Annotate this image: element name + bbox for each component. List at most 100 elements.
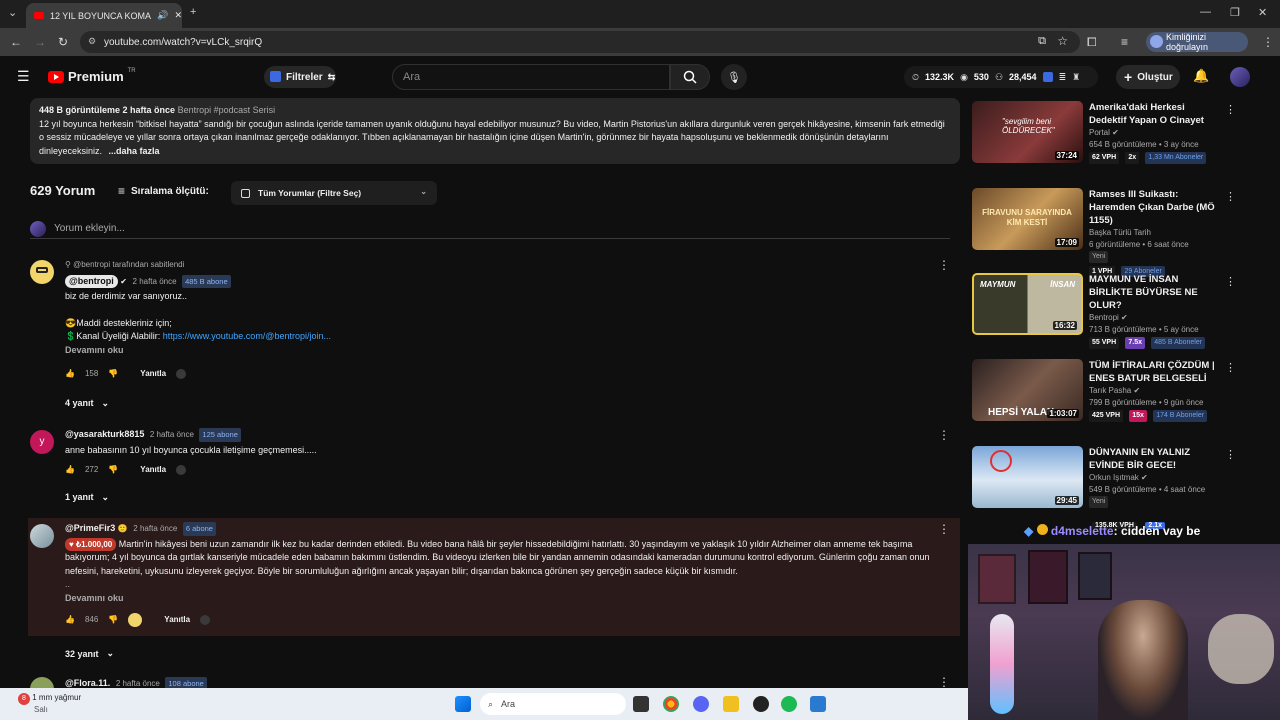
comment-author[interactable]: @PrimeFir3 xyxy=(65,523,115,533)
video-menu-icon[interactable]: ⋮ xyxy=(1225,361,1236,374)
view-replies-button[interactable]: 4 yanıt xyxy=(65,397,94,411)
comment-author[interactable]: @bentropi xyxy=(65,274,118,288)
task-view-icon[interactable] xyxy=(633,696,649,712)
commenter-avatar[interactable]: y xyxy=(30,430,54,454)
chevron-down-icon[interactable]: ⌄ xyxy=(102,397,110,411)
view-replies-button[interactable]: 1 yanıt xyxy=(65,491,94,505)
video-thumbnail[interactable]: FİRAVUNU SARAYINDA KİM KESTİ 17:09 xyxy=(972,188,1083,250)
account-avatar[interactable] xyxy=(1230,67,1250,87)
comment-menu-icon[interactable]: ⋮ xyxy=(938,428,950,442)
browser-menu-icon[interactable]: ⋮ xyxy=(1262,35,1274,49)
weather-widget[interactable]: 8 1 mm yağmur Salı xyxy=(18,693,81,715)
comment-menu-icon[interactable]: ⋮ xyxy=(938,522,950,536)
comment-menu-icon[interactable]: ⋮ xyxy=(938,675,950,689)
channel-name[interactable]: Bentropi xyxy=(1089,313,1119,322)
new-tab-icon[interactable]: + xyxy=(190,6,196,18)
channel-name[interactable]: Tarık Pasha xyxy=(1089,386,1131,395)
speaker-icon[interactable]: 🔊 xyxy=(157,10,168,21)
verify-identity-button[interactable]: Kimliğinizi doğrulayın xyxy=(1146,32,1248,52)
reply-button[interactable]: Yanıtla xyxy=(164,613,190,627)
read-more-button[interactable]: Devamını oku xyxy=(65,344,960,358)
taskbar-search[interactable]: ⌕ Ara xyxy=(480,693,626,715)
like-icon[interactable]: 👍 xyxy=(65,463,75,477)
filters-button[interactable]: Filtreler ⇆ xyxy=(264,66,336,88)
maximize-icon[interactable]: ❐ xyxy=(1230,6,1240,19)
obs-icon[interactable] xyxy=(753,696,769,712)
extensions-icon[interactable]: ⧠ xyxy=(1087,35,1097,50)
comment-time[interactable]: 2 hafta önce xyxy=(133,277,177,286)
video-title[interactable]: Amerika'daki Herkesi Dedektif Yapan O Ci… xyxy=(1089,101,1224,127)
video-thumbnail[interactable]: MAYMUN İNSAN 16:32 xyxy=(972,273,1083,335)
video-menu-icon[interactable]: ⋮ xyxy=(1225,448,1236,461)
notifications-bell-icon[interactable]: 🔔 xyxy=(1193,68,1209,84)
spotify-icon[interactable] xyxy=(781,696,797,712)
video-thumbnail[interactable]: HEPSİ YALAN 1:03:07 xyxy=(972,359,1083,421)
chevron-down-icon[interactable]: ⌄ xyxy=(107,648,115,659)
dislike-icon[interactable]: 👎 xyxy=(108,613,118,627)
chrome-icon[interactable] xyxy=(663,696,679,712)
channel-name[interactable]: Orkun Işıtmak xyxy=(1089,473,1139,482)
video-thumbnail[interactable]: 29:45 xyxy=(972,446,1083,508)
app-icon[interactable] xyxy=(810,696,826,712)
video-title[interactable]: MAYMUN VE İNSAN BİRLİKTE BÜYÜRSE NE OLUR… xyxy=(1089,273,1224,312)
url-field[interactable]: ⚙ youtube.com/watch?v=vLCk_srqirQ ⧉ ☆ xyxy=(80,31,1080,53)
reply-button[interactable]: Yanıtla xyxy=(140,463,166,477)
description-more-link[interactable]: ...daha fazla xyxy=(109,146,160,156)
create-button[interactable]: + Oluştur xyxy=(1116,65,1180,89)
recommended-video[interactable]: FİRAVUNU SARAYINDA KİM KESTİ 17:09 Ramse… xyxy=(972,188,1242,277)
add-comment-input[interactable]: Yorum ekleyin... xyxy=(30,219,950,239)
voice-search-button[interactable]: 🎙 xyxy=(721,64,747,90)
install-app-icon[interactable]: ⧉ xyxy=(1038,35,1046,48)
sort-by-button[interactable]: ≡ Sıralama ölçütü: xyxy=(118,184,209,198)
like-icon[interactable]: 👍 xyxy=(65,367,75,381)
comment-menu-icon[interactable]: ⋮ xyxy=(938,258,950,272)
comment-time[interactable]: 2 hafta önce xyxy=(116,679,160,688)
windows-start-icon[interactable] xyxy=(455,696,471,712)
reading-list-icon[interactable]: ≡ xyxy=(1121,35,1128,49)
comment-time[interactable]: 2 hafta önce xyxy=(150,430,194,439)
extension-dot-icon[interactable] xyxy=(176,464,187,475)
search-button[interactable] xyxy=(670,64,710,90)
read-more-button[interactable]: Devamını oku xyxy=(65,592,954,606)
extension-dot-icon[interactable] xyxy=(176,368,187,379)
chevron-down-icon[interactable]: ⌄ xyxy=(102,491,110,505)
minimize-icon[interactable]: — xyxy=(1200,6,1211,18)
video-thumbnail[interactable]: "sevgilim beni ÖLDÜRECEK" 37:24 xyxy=(972,101,1083,163)
comment-filter-select[interactable]: Tüm Yorumlar (Filtre Seç) ⌄ xyxy=(231,181,437,205)
video-title[interactable]: TÜM İFTİRALARI ÇÖZDÜM | ENES BATUR BELGE… xyxy=(1089,359,1224,385)
channel-name[interactable]: Portal xyxy=(1089,128,1110,137)
search-input[interactable]: Ara xyxy=(392,64,670,90)
tab-list-icon[interactable]: ⌄ xyxy=(8,6,17,19)
video-title[interactable]: DÜNYANIN EN YALNIZ EVİNDE BİR GECE! xyxy=(1089,446,1224,472)
view-replies-button[interactable]: 32 yanıt xyxy=(65,649,99,659)
commenter-avatar[interactable] xyxy=(30,260,54,284)
recommended-video[interactable]: MAYMUN İNSAN 16:32 MAYMUN VE İNSAN BİRLİ… xyxy=(972,273,1242,349)
dislike-icon[interactable]: 👎 xyxy=(108,367,118,381)
recommended-video[interactable]: HEPSİ YALAN 1:03:07 TÜM İFTİRALARI ÇÖZDÜ… xyxy=(972,359,1242,429)
stats-extension-bar[interactable]: ⏲ 132.3K ◉ 530 ⚇ 28,454 ≣ ♜ xyxy=(904,66,1098,88)
commenter-avatar[interactable] xyxy=(30,524,54,548)
recommended-video[interactable]: "sevgilim beni ÖLDÜRECEK" 37:24 Amerika'… xyxy=(972,101,1242,171)
browser-tab-active[interactable]: 12 YIL BOYUNCA KOMADA 🔊 ✕ xyxy=(26,3,182,28)
discord-icon[interactable] xyxy=(693,696,709,712)
comment-author[interactable]: @yasarakturk8815 xyxy=(65,429,144,439)
trophy-icon[interactable]: ♜ xyxy=(1072,72,1080,83)
video-menu-icon[interactable]: ⋮ xyxy=(1225,275,1236,288)
video-description-box[interactable]: 448 B görüntüleme 2 hafta önce Bentropi … xyxy=(30,98,960,164)
youtube-logo[interactable]: Premium TR xyxy=(48,68,136,84)
reload-icon[interactable]: ↻ xyxy=(58,35,68,49)
comment-time[interactable]: 2 hafta önce xyxy=(133,524,177,533)
recommended-video[interactable]: 29:45 DÜNYANIN EN YALNIZ EVİNDE BİR GECE… xyxy=(972,446,1242,516)
reply-button[interactable]: Yanıtla xyxy=(140,367,166,381)
sort-icon[interactable]: ≣ xyxy=(1059,72,1067,83)
video-menu-icon[interactable]: ⋮ xyxy=(1225,103,1236,116)
hamburger-menu-icon[interactable]: ☰ xyxy=(17,68,30,85)
like-icon[interactable]: 👍 xyxy=(65,613,75,627)
forward-icon[interactable]: → xyxy=(34,35,46,49)
video-menu-icon[interactable]: ⋮ xyxy=(1225,190,1236,203)
back-icon[interactable]: ← xyxy=(10,35,22,49)
replies-toggle[interactable]: 32 yanıt ⌄ xyxy=(65,648,114,659)
video-title[interactable]: Ramses III Suikastı: Haremden Çıkan Darb… xyxy=(1089,188,1224,227)
comment-author[interactable]: @Flora.11. xyxy=(65,678,110,688)
description-tags[interactable]: Bentropi #podcast Serisi xyxy=(178,105,276,115)
